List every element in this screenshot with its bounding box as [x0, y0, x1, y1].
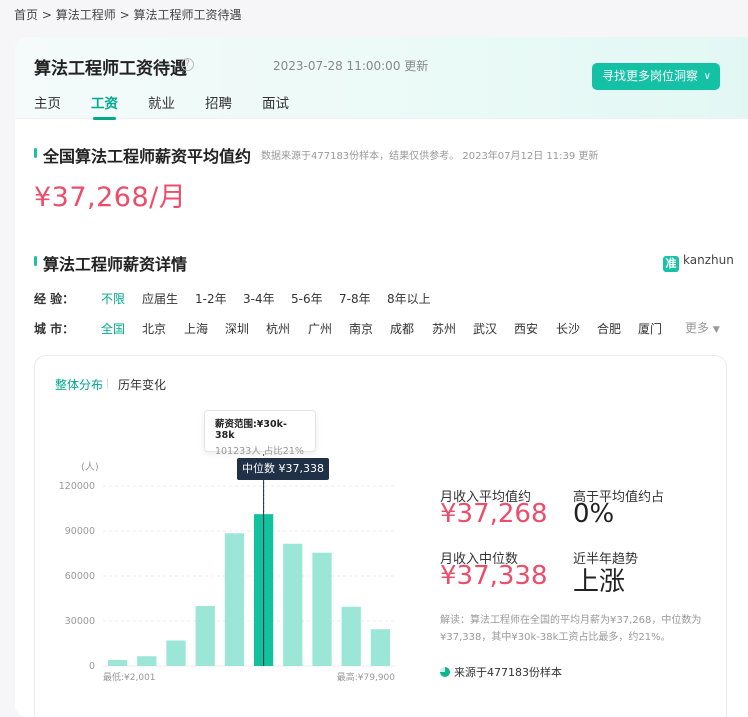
section-marker	[34, 256, 37, 266]
city-option[interactable]: 杭州	[266, 320, 290, 337]
kanzhun-icon: 准	[663, 256, 679, 272]
histogram-bar	[312, 552, 332, 666]
more-label: 更多	[685, 321, 710, 335]
breadcrumb-job[interactable]: 算法工程师	[56, 8, 116, 22]
exp-option[interactable]: 不限	[101, 290, 125, 307]
x-max-label: 最高:¥79,900	[337, 671, 396, 683]
histogram-bar	[137, 656, 157, 666]
histogram-bar	[107, 660, 128, 666]
subtab-divider	[107, 378, 108, 389]
pie-chart-icon	[440, 667, 450, 677]
tooltip-count: 101233人 占比21%	[215, 446, 304, 457]
y-tick-label: 60000	[65, 571, 95, 582]
trend-value: 上涨	[573, 567, 626, 597]
page-title: 算法工程师工资待遇	[34, 59, 187, 79]
histogram-bar	[341, 606, 361, 666]
detail-section-title: 算法工程师薪资详情	[43, 255, 188, 274]
city-option[interactable]: 苏州	[432, 320, 456, 337]
tab-home[interactable]: 主页	[34, 92, 61, 112]
tab-salary[interactable]: 工资	[91, 92, 118, 120]
chevron-down-icon: ∨	[703, 71, 711, 82]
y-tick-label: 0	[89, 661, 95, 672]
subtab-overall[interactable]: 整体分布	[55, 376, 103, 393]
city-option[interactable]: 全国	[101, 320, 125, 337]
caret-down-icon: ▼	[712, 325, 720, 335]
tab-employment[interactable]: 就业	[148, 92, 175, 112]
y-tick-label: 120000	[59, 481, 95, 492]
find-more-label: 寻找更多岗位洞察	[602, 69, 699, 83]
subtab-yearly[interactable]: 历年变化	[118, 376, 166, 393]
y-tick-label: 90000	[65, 526, 95, 537]
histogram-bar	[166, 640, 186, 666]
chart-tooltip: 薪资范围:¥30k-38k 101233人 占比21%	[204, 410, 316, 457]
breadcrumb: 首页 > 算法工程师 > 算法工程师工资待遇	[14, 8, 242, 22]
tab-interview[interactable]: 面试	[262, 92, 289, 112]
avg-value: ¥37,268	[440, 499, 548, 529]
breadcrumb-current: 算法工程师工资待遇	[133, 8, 242, 22]
y-tick-label: 30000	[65, 616, 95, 627]
city-option[interactable]: 长沙	[556, 320, 580, 337]
kanzhun-logo[interactable]: 准 kanzhun	[663, 253, 734, 272]
avg-section-title: 全国算法工程师薪资平均值约	[43, 147, 252, 166]
histogram-bar	[224, 533, 245, 666]
breadcrumb-home[interactable]: 首页	[14, 8, 38, 22]
city-option[interactable]: 深圳	[225, 320, 249, 337]
exp-option[interactable]: 7-8年	[339, 290, 371, 307]
city-option[interactable]: 上海	[184, 320, 208, 337]
tab-recruitment[interactable]: 招聘	[205, 92, 232, 112]
help-icon[interactable]: ?	[181, 58, 194, 71]
city-option[interactable]: 南京	[349, 320, 373, 337]
sample-source-label: 来源于477183份样本	[454, 666, 562, 679]
city-option[interactable]: 西安	[514, 320, 538, 337]
sample-source: 来源于477183份样本	[440, 664, 562, 680]
histogram-bar	[283, 543, 303, 666]
city-option[interactable]: 厦门	[638, 320, 662, 337]
histogram-bar	[195, 606, 215, 666]
city-label: 城 市：	[34, 322, 75, 336]
x-min-label: 最低:¥2,001	[103, 671, 156, 683]
city-option[interactable]: 武汉	[473, 320, 497, 337]
salary-card: 算法工程师工资待遇 ? 2023-07-28 11:00:00 更新 寻找更多岗…	[15, 37, 748, 717]
exp-option[interactable]: 应届生	[142, 290, 178, 307]
find-more-insights-button[interactable]: 寻找更多岗位洞察 ∨	[592, 63, 720, 90]
city-option[interactable]: 北京	[142, 320, 166, 337]
update-time: 2023-07-28 11:00:00 更新	[273, 59, 429, 73]
section-marker	[34, 148, 37, 158]
city-option[interactable]: 广州	[308, 320, 332, 337]
interpretation-text: 解读：算法工程师在全国的平均月薪为¥37,268，中位数为¥37,338，其中¥…	[440, 615, 702, 643]
city-option[interactable]: 成都	[390, 320, 414, 337]
avg-salary: ¥37,268/月	[34, 182, 187, 213]
exp-option[interactable]: 8年以上	[387, 290, 431, 307]
data-source-note: 数据来源于477183份样本，结果仅供参考。 2023年07月12日 11:39…	[261, 151, 599, 162]
city-option[interactable]: 合肥	[597, 320, 621, 337]
median-value: ¥37,338	[440, 561, 548, 591]
above-avg-value: 0%	[573, 499, 615, 529]
page-header: 算法工程师工资待遇 ? 2023-07-28 11:00:00 更新 寻找更多岗…	[15, 37, 748, 120]
y-axis-unit: (人)	[81, 461, 99, 473]
exp-option[interactable]: 5-6年	[291, 290, 323, 307]
exp-option[interactable]: 3-4年	[243, 290, 275, 307]
exp-option[interactable]: 1-2年	[195, 290, 227, 307]
median-tag: 中位数 ¥37,338	[237, 458, 329, 480]
histogram-bar	[370, 629, 391, 666]
tooltip-range: 薪资范围:¥30k-38k	[215, 419, 287, 441]
experience-label: 经 验：	[34, 292, 75, 306]
distribution-panel: 整体分布 历年变化 (人) 0 30000 60000 90000 120000 最低:¥2…	[34, 355, 727, 717]
more-cities-dropdown[interactable]: 更多 ▼	[685, 319, 720, 336]
kanzhun-label: kanzhun	[683, 253, 734, 267]
